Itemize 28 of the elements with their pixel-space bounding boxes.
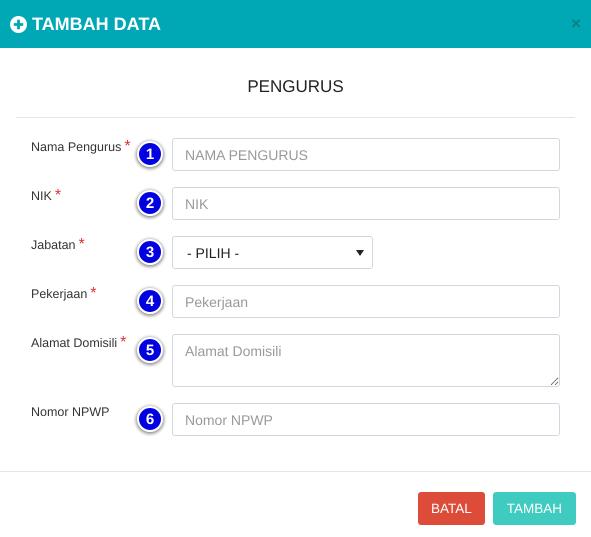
caret-icon [356, 250, 364, 256]
required-asterisk: * [120, 334, 126, 352]
required-asterisk: * [78, 236, 85, 254]
field-label: Nomor NPWP [31, 404, 110, 419]
section-title: PENGURUS [247, 77, 344, 96]
text-area[interactable]: Alamat Domisili [172, 334, 560, 387]
plus-circle-icon [10, 16, 27, 32]
field-label: Nama Pengurus [31, 139, 122, 154]
modal-title: TAMBAH DATA [32, 14, 162, 34]
number-marker: 6 [137, 406, 163, 432]
number-marker: 5 [137, 337, 163, 363]
text-field[interactable]: Nomor NPWP [172, 403, 560, 436]
number-marker: 3 [137, 239, 163, 265]
required-asterisk: * [90, 285, 97, 303]
field-label: Pekerjaan [31, 286, 88, 301]
number-marker: 4 [137, 288, 163, 314]
select-dropdown[interactable]: - PILIH - [172, 236, 373, 269]
required-asterisk: * [54, 187, 62, 205]
field-label: Alamat Domisili [31, 335, 118, 350]
text-field[interactable]: Pekerjaan [172, 285, 560, 318]
number-marker: 2 [137, 190, 163, 216]
field-label: NIK [31, 188, 52, 203]
text-field[interactable]: NAMA PENGURUS [172, 138, 560, 171]
required-asterisk: * [124, 138, 131, 156]
text-field[interactable]: NIK [172, 187, 560, 220]
field-label: Jabatan [31, 237, 76, 252]
cancel-button[interactable]: BATAL [418, 492, 485, 525]
number-marker: 1 [137, 141, 163, 167]
